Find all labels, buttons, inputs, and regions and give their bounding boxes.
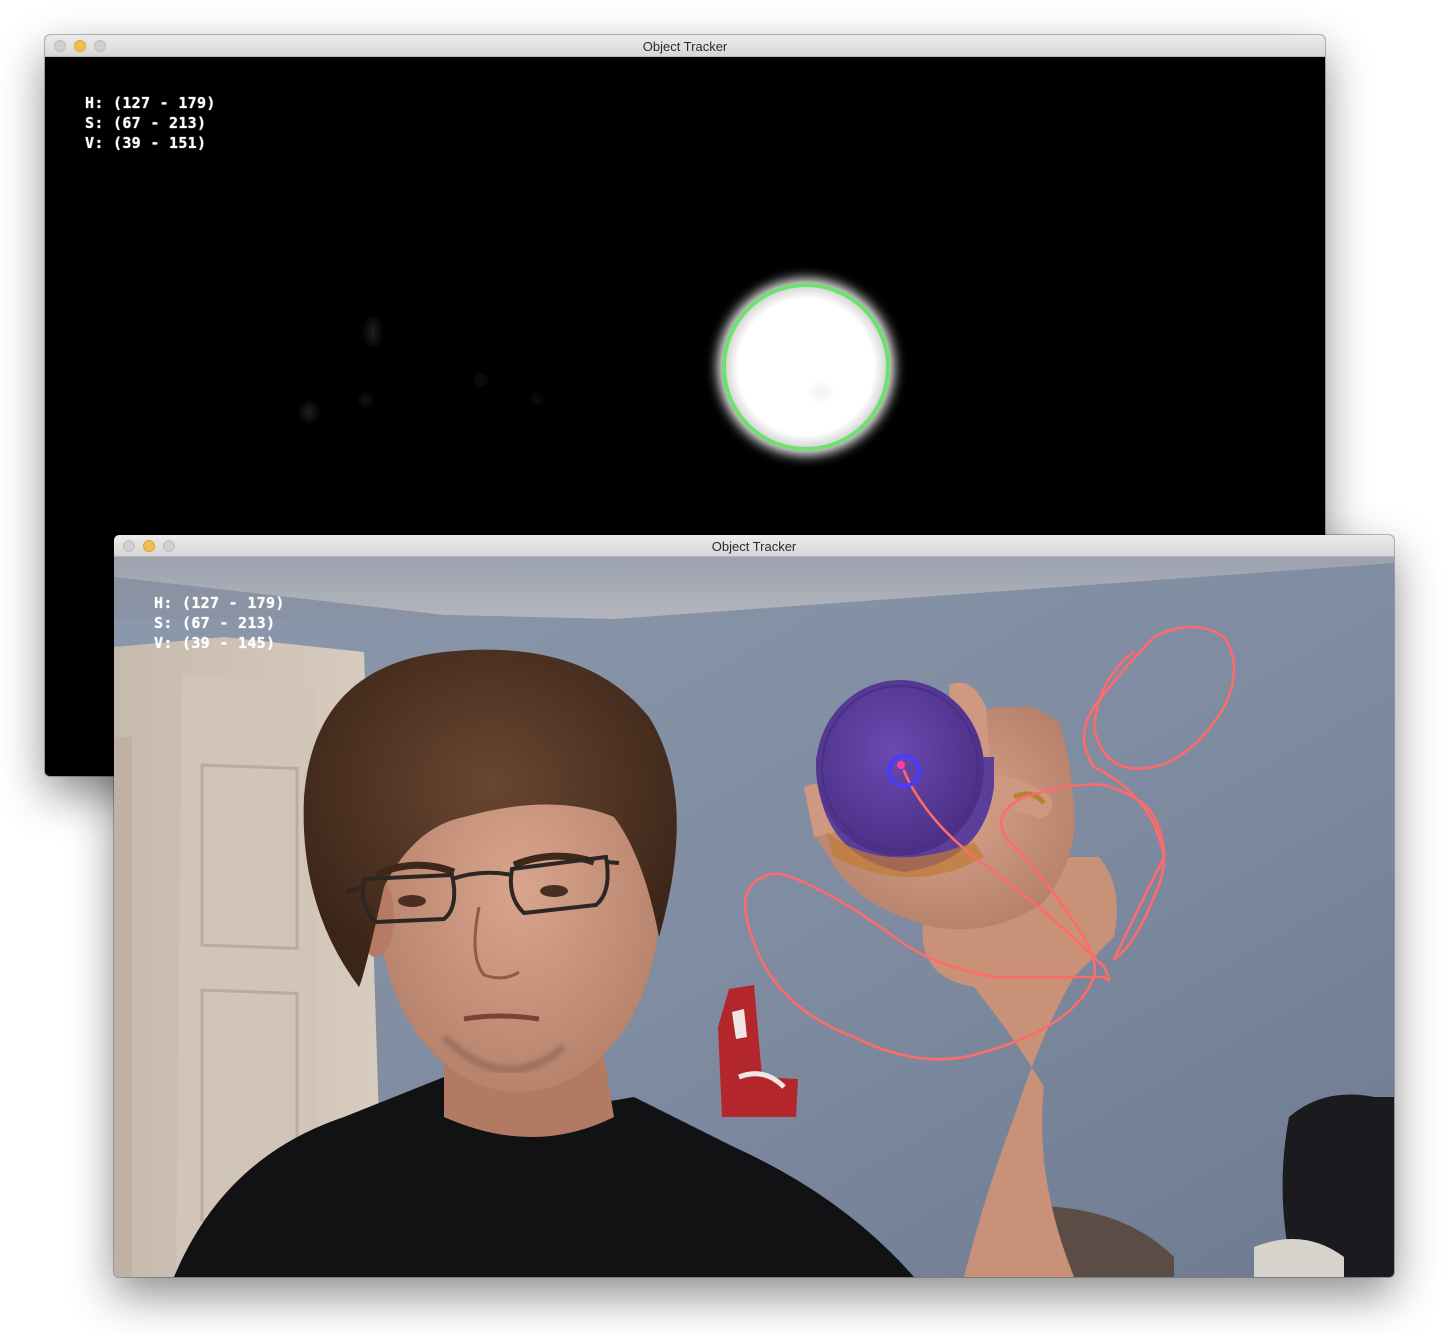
tracker-center [897, 761, 905, 769]
hsv-s-line: S: (67 - 213) [154, 613, 285, 633]
hsv-v-line: V: (39 - 145) [154, 633, 285, 653]
hsv-v-line: V: (39 - 151) [85, 133, 216, 153]
v-label: V: [85, 134, 104, 152]
hsv-readout: H: (127 - 179) S: (67 - 213) V: (39 - 14… [154, 593, 285, 653]
s-range: (67 - 213) [113, 114, 207, 132]
title-bar[interactable]: Object Tracker [114, 535, 1394, 557]
v-range: (39 - 151) [113, 134, 207, 152]
s-label: S: [85, 114, 104, 132]
window-title: Object Tracker [711, 539, 797, 554]
hsv-readout: H: (127 - 179) S: (67 - 213) V: (39 - 15… [85, 93, 216, 153]
camera-canvas: H: (127 - 179) S: (67 - 213) V: (39 - 14… [114, 557, 1394, 1277]
camera-window[interactable]: Object Tracker H: (127 - 179) S: (67 - 2… [114, 535, 1394, 1277]
hsv-s-line: S: (67 - 213) [85, 113, 216, 133]
hsv-h-line: H: (127 - 179) [154, 593, 285, 613]
h-range: (127 - 179) [182, 594, 285, 612]
camera-image [114, 557, 1394, 1277]
s-label: S: [154, 614, 173, 632]
title-bar[interactable]: Object Tracker [45, 35, 1325, 57]
hsv-h-line: H: (127 - 179) [85, 93, 216, 113]
h-range: (127 - 179) [113, 94, 216, 112]
window-title: Object Tracker [642, 39, 728, 54]
v-range: (39 - 145) [182, 634, 276, 652]
h-label: H: [154, 594, 173, 612]
h-label: H: [85, 94, 104, 112]
s-range: (67 - 213) [182, 614, 276, 632]
mask-blob [726, 287, 886, 447]
v-label: V: [154, 634, 173, 652]
